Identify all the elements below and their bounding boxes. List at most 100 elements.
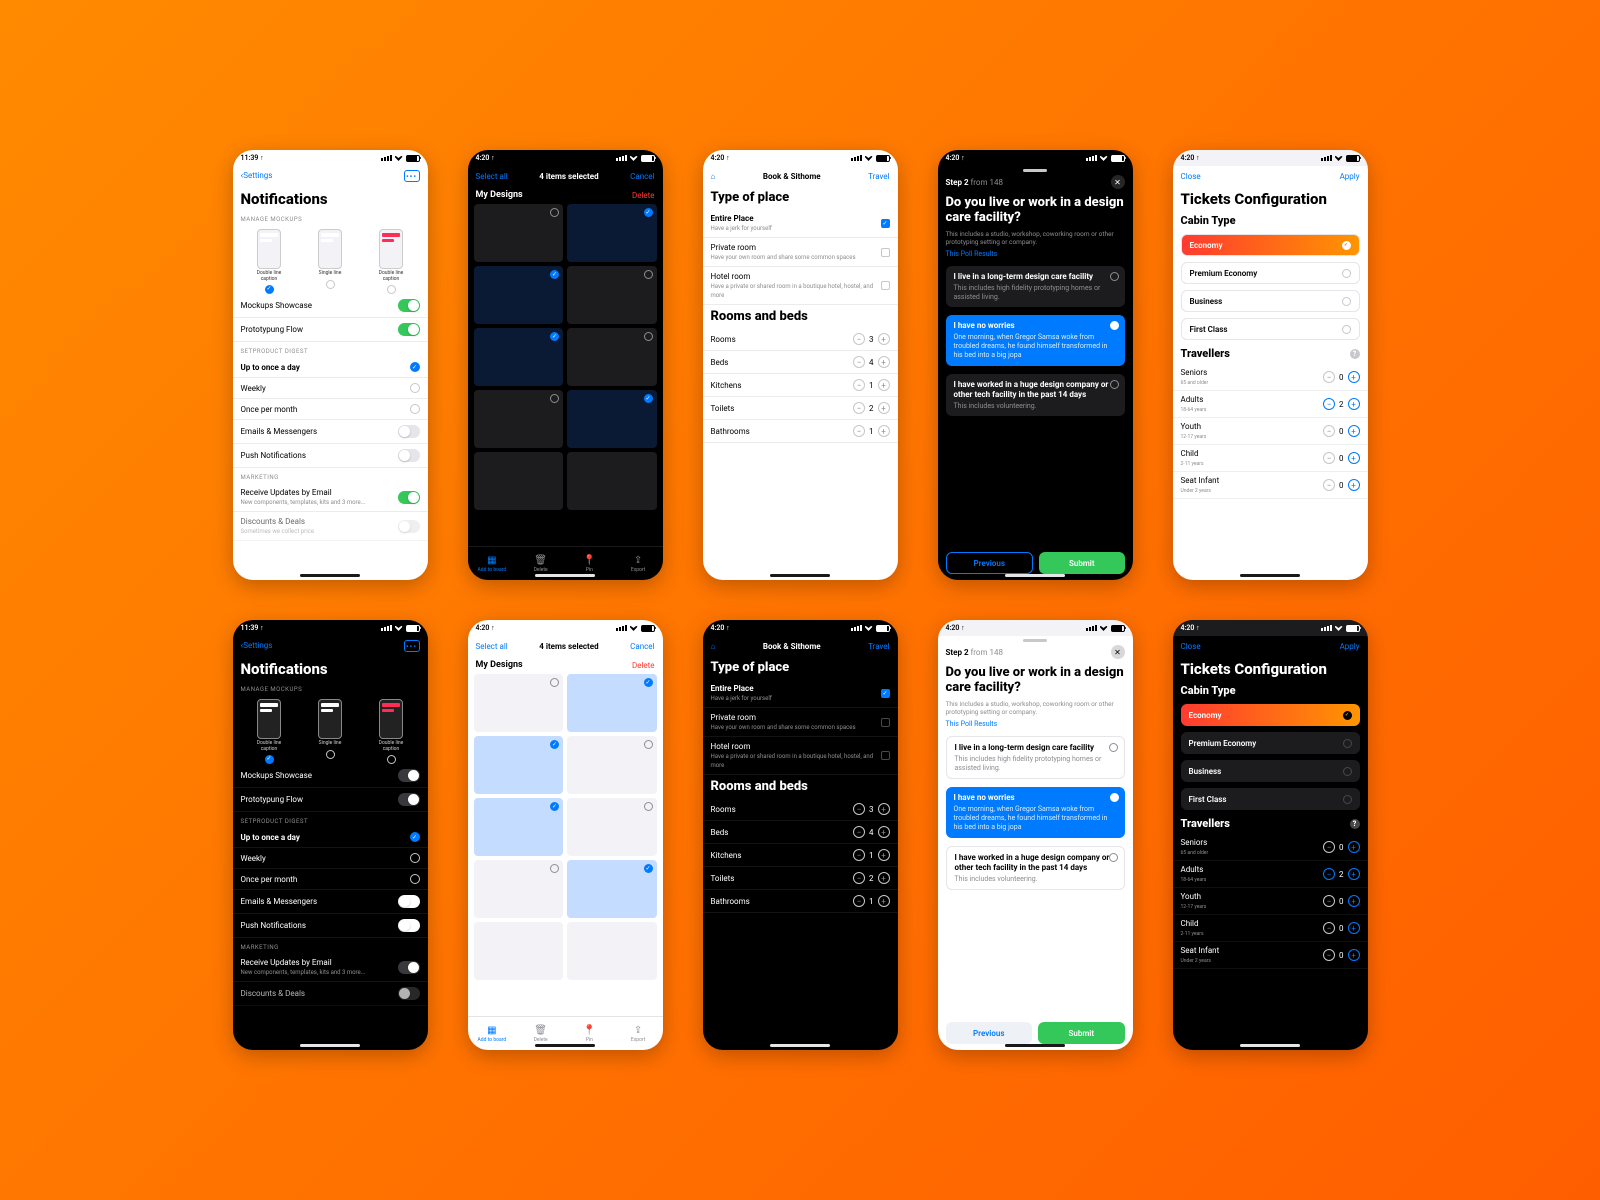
design-tile[interactable]	[567, 452, 657, 510]
plus-button[interactable]: +	[878, 356, 890, 368]
row-weekly[interactable]: Weekly	[233, 848, 428, 869]
design-tile[interactable]	[474, 860, 564, 918]
design-tile[interactable]	[474, 674, 564, 732]
cabin-business[interactable]: Business	[1181, 760, 1360, 782]
design-tile[interactable]	[567, 922, 657, 980]
design-tile[interactable]	[567, 266, 657, 324]
row-once-a-day[interactable]: Up to once a day✓	[233, 827, 428, 848]
row-once-a-day[interactable]: Up to once a day✓	[233, 357, 428, 378]
plus-button[interactable]: +	[878, 379, 890, 391]
row-once-per-month[interactable]: Once per month	[233, 399, 428, 420]
row-emails[interactable]: Emails & Messengers	[233, 890, 428, 914]
previous-button[interactable]: Previous	[946, 1022, 1033, 1044]
poll-option-1[interactable]: I live in a long-term design care facili…	[946, 736, 1125, 780]
design-tile[interactable]	[567, 798, 657, 856]
mockup-option-2[interactable]: Single line	[316, 229, 344, 294]
row-hotel-room[interactable]: Hotel roomHave a private or shared room …	[703, 267, 898, 305]
mockup-option-1[interactable]: Double line caption	[255, 699, 283, 764]
row-hotel-room[interactable]: Hotel roomHave a private or shared room …	[703, 737, 898, 775]
minus-button[interactable]: −	[1323, 371, 1335, 383]
minus-button[interactable]: −	[1323, 452, 1335, 464]
apply-button[interactable]: Apply	[1340, 172, 1360, 181]
cabin-premium-economy[interactable]: Premium Economy	[1181, 732, 1360, 754]
close-button[interactable]: ✕	[1111, 175, 1125, 189]
poll-results-link[interactable]: This Poll Results	[938, 250, 1133, 262]
minus-button[interactable]: −	[853, 425, 865, 437]
submit-button[interactable]: Submit	[1038, 1022, 1125, 1044]
tab-export[interactable]: ⇪Export	[614, 1017, 663, 1050]
cabin-economy[interactable]: Economy✓	[1181, 704, 1360, 726]
row-entire-place[interactable]: Entire PlaceHave a jerk for yourself✓	[703, 209, 898, 238]
apply-button[interactable]: Apply	[1340, 642, 1360, 651]
cancel-button[interactable]: Cancel	[630, 172, 654, 181]
poll-option-2[interactable]: I have no worriesOne morning, when Grego…	[946, 787, 1125, 837]
travel-button[interactable]: Travel	[868, 172, 889, 181]
minus-button[interactable]: −	[853, 333, 865, 345]
poll-results-link[interactable]: This Poll Results	[938, 720, 1133, 732]
design-tile[interactable]	[474, 922, 564, 980]
more-button[interactable]: •••	[404, 170, 420, 182]
design-tile[interactable]	[474, 452, 564, 510]
minus-button[interactable]: −	[1323, 479, 1335, 491]
poll-option-3[interactable]: I have worked in a huge design company o…	[946, 846, 1125, 891]
mockup-option-3[interactable]: Double line caption	[377, 229, 405, 294]
minus-button[interactable]: −	[853, 356, 865, 368]
plus-button[interactable]: +	[1348, 425, 1360, 437]
minus-button[interactable]: −	[853, 402, 865, 414]
minus-button[interactable]: −	[1323, 425, 1335, 437]
home-icon[interactable]: ⌂	[711, 642, 716, 651]
plus-button[interactable]: +	[878, 333, 890, 345]
design-tile[interactable]: ✓	[567, 204, 657, 262]
design-tile[interactable]: ✓	[474, 328, 564, 386]
design-tile[interactable]: ✓	[567, 860, 657, 918]
back-button[interactable]: ‹Settings	[241, 641, 273, 651]
row-private-room[interactable]: Private roomHave your own room and share…	[703, 238, 898, 267]
plus-button[interactable]: +	[1348, 452, 1360, 464]
design-tile[interactable]	[567, 736, 657, 794]
row-emails[interactable]: Emails & Messengers	[233, 420, 428, 444]
plus-button[interactable]: +	[1348, 479, 1360, 491]
cabin-first-class[interactable]: First Class	[1181, 318, 1360, 340]
cabin-first-class[interactable]: First Class	[1181, 788, 1360, 810]
cabin-premium-economy[interactable]: Premium Economy	[1181, 262, 1360, 284]
row-push[interactable]: Push Notifications	[233, 444, 428, 468]
row-discounts[interactable]: Discounts & DealsSometimes we collect pr…	[233, 512, 428, 541]
travel-button[interactable]: Travel	[868, 642, 889, 651]
design-tile[interactable]: ✓	[474, 736, 564, 794]
row-protoflow[interactable]: Prototypung Flow	[233, 318, 428, 342]
mockup-option-2[interactable]: Single line	[316, 699, 344, 764]
mockup-option-1[interactable]: Double line caption	[255, 229, 283, 294]
row-push[interactable]: Push Notifications	[233, 914, 428, 938]
toggle-protoflow[interactable]	[398, 323, 420, 336]
plus-button[interactable]: +	[878, 402, 890, 414]
tab-export[interactable]: ⇪Export	[614, 547, 663, 580]
previous-button[interactable]: Previous	[946, 552, 1034, 574]
plus-button[interactable]: +	[1348, 371, 1360, 383]
design-tile[interactable]: ✓	[474, 798, 564, 856]
row-updates-email[interactable]: Receive Updates by EmailNew components, …	[233, 953, 428, 982]
select-all-button[interactable]: Select all	[476, 642, 508, 651]
row-private-room[interactable]: Private roomHave your own room and share…	[703, 708, 898, 737]
tab-add-to-board[interactable]: ▦Add to board	[468, 1017, 517, 1050]
row-weekly[interactable]: Weekly	[233, 378, 428, 399]
row-protoflow[interactable]: Prototypung Flow	[233, 788, 428, 812]
row-updates-email[interactable]: Receive Updates by EmailNew components, …	[233, 483, 428, 512]
delete-button[interactable]: Delete	[632, 661, 655, 670]
row-once-per-month[interactable]: Once per month	[233, 869, 428, 890]
design-tile[interactable]: ✓	[567, 674, 657, 732]
row-showcase[interactable]: Mockups Showcase	[233, 294, 428, 318]
submit-button[interactable]: Submit	[1039, 552, 1125, 574]
home-icon[interactable]: ⌂	[711, 172, 716, 181]
delete-button[interactable]: Delete	[632, 191, 655, 200]
mockup-option-3[interactable]: Double line caption	[377, 699, 405, 764]
poll-option-2[interactable]: I have no worriesOne morning, when Grego…	[946, 315, 1125, 365]
poll-option-3[interactable]: I have worked in a huge design company o…	[946, 374, 1125, 417]
cancel-button[interactable]: Cancel	[630, 642, 654, 651]
tab-add-to-board[interactable]: ▦Add to board	[468, 547, 517, 580]
more-button[interactable]: •••	[404, 640, 420, 652]
cabin-business[interactable]: Business	[1181, 290, 1360, 312]
design-tile[interactable]	[474, 390, 564, 448]
plus-button[interactable]: +	[878, 425, 890, 437]
row-entire-place[interactable]: Entire PlaceHave a jerk for yourself✓	[703, 679, 898, 708]
select-all-button[interactable]: Select all	[476, 172, 508, 181]
